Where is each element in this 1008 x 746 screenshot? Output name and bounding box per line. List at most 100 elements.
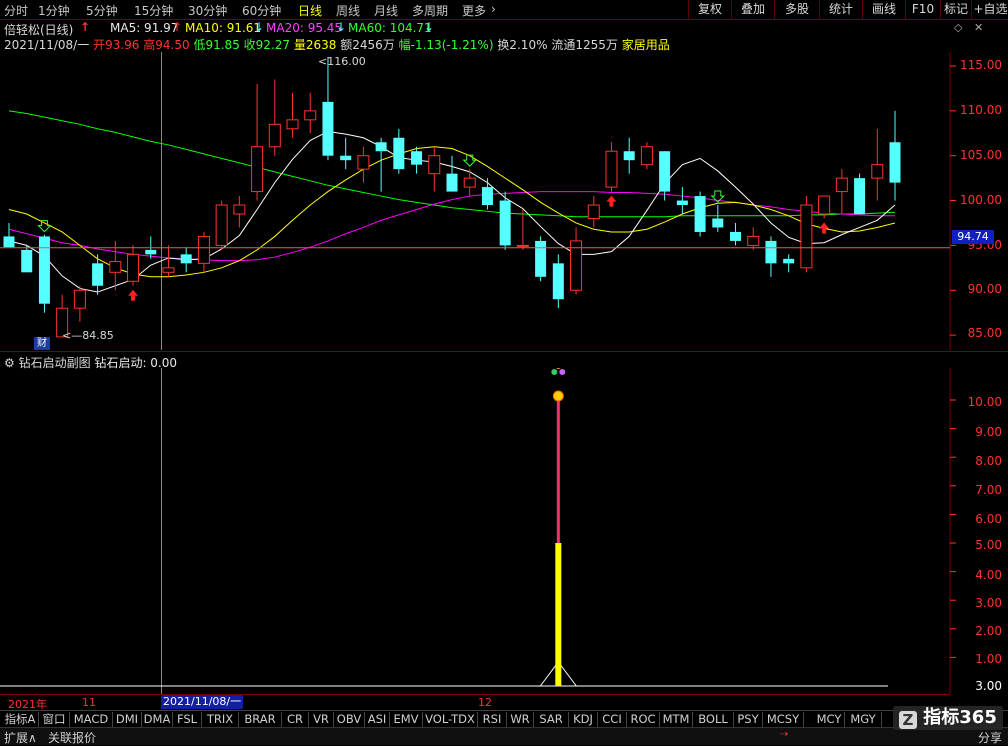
candle[interactable] bbox=[889, 110, 901, 201]
multi-stock-button[interactable]: 多股 bbox=[774, 0, 819, 19]
indicator-tab-mcsy[interactable]: MCSY bbox=[763, 712, 804, 727]
candle[interactable] bbox=[304, 92, 317, 134]
candle[interactable] bbox=[854, 173, 866, 215]
indicator-tab-fsl[interactable]: FSL bbox=[173, 712, 202, 727]
finance-badge[interactable]: 财 bbox=[34, 337, 50, 350]
candle[interactable] bbox=[322, 57, 334, 161]
candle[interactable] bbox=[570, 227, 583, 295]
candle[interactable] bbox=[233, 196, 246, 228]
candle[interactable] bbox=[712, 205, 724, 232]
indicator-tab-obv[interactable]: OBV bbox=[334, 712, 365, 727]
related-quote-button[interactable]: 关联报价 bbox=[48, 729, 96, 746]
diamond-signal-chart[interactable] bbox=[0, 368, 1008, 694]
indicator-tab-指标a[interactable]: 指标A bbox=[2, 712, 39, 727]
candle[interactable] bbox=[535, 236, 547, 282]
period-tab-60min[interactable]: 60分钟 bbox=[242, 2, 281, 19]
candle[interactable] bbox=[463, 169, 476, 197]
indicator-tab-mgy[interactable]: MGY bbox=[845, 712, 882, 727]
candle[interactable] bbox=[587, 196, 600, 228]
indicator-tab-窗口[interactable]: 窗口 bbox=[39, 712, 70, 727]
candlestick-chart[interactable] bbox=[0, 52, 1008, 350]
draw-line-button[interactable]: 画线 bbox=[862, 0, 905, 19]
indicator-tab-roc[interactable]: ROC bbox=[627, 712, 660, 727]
candle[interactable] bbox=[694, 191, 706, 237]
candle[interactable] bbox=[640, 142, 653, 170]
candle[interactable] bbox=[21, 245, 33, 273]
indicator-tab-vol-tdx[interactable]: VOL-TDX bbox=[423, 712, 478, 727]
candle[interactable] bbox=[765, 236, 777, 277]
candle[interactable] bbox=[552, 254, 564, 309]
indicator-tab-dma[interactable]: DMA bbox=[142, 712, 173, 727]
candle[interactable] bbox=[180, 247, 192, 273]
candle[interactable] bbox=[800, 196, 813, 273]
indicator-tab-sar[interactable]: SAR bbox=[534, 712, 569, 727]
indicator-tab-cci[interactable]: CCI bbox=[598, 712, 627, 727]
candle[interactable] bbox=[411, 146, 423, 174]
more-chevron-icon[interactable]: › bbox=[491, 2, 496, 16]
add-favorite-button[interactable]: +自选 bbox=[971, 0, 1008, 19]
indicator-tab-kdj[interactable]: KDJ bbox=[569, 712, 598, 727]
period-tab-weekly[interactable]: 周线 bbox=[336, 2, 360, 19]
period-tab-monthly[interactable]: 月线 bbox=[374, 2, 398, 19]
diamond-icon[interactable]: ◇ bbox=[954, 21, 962, 34]
candle[interactable] bbox=[393, 128, 405, 174]
candle[interactable] bbox=[428, 146, 441, 192]
candle[interactable] bbox=[38, 234, 50, 313]
indicator-tab-mcy[interactable]: MCY bbox=[814, 712, 845, 727]
indicator-tab-cr[interactable]: CR bbox=[282, 712, 309, 727]
f10-button[interactable]: F10 bbox=[905, 0, 940, 19]
candle[interactable] bbox=[835, 169, 848, 215]
period-tab-fenshi[interactable]: 分时 bbox=[4, 2, 28, 19]
statistics-button[interactable]: 统计 bbox=[819, 0, 862, 19]
candle[interactable] bbox=[357, 146, 370, 183]
indicator-tab-boll[interactable]: BOLL bbox=[693, 712, 734, 727]
candle[interactable] bbox=[481, 178, 493, 210]
fuquan-button[interactable]: 复权 bbox=[688, 0, 731, 19]
candle[interactable] bbox=[340, 137, 352, 170]
indicator-tab-mtm[interactable]: MTM bbox=[660, 712, 693, 727]
indicator-tab-psy[interactable]: PSY bbox=[734, 712, 763, 727]
candle[interactable] bbox=[73, 285, 86, 322]
candle[interactable] bbox=[375, 137, 387, 192]
candle[interactable] bbox=[605, 142, 618, 192]
candle[interactable] bbox=[127, 245, 140, 286]
candle[interactable] bbox=[747, 227, 760, 250]
period-tab-1min[interactable]: 1分钟 bbox=[38, 2, 70, 19]
candle[interactable] bbox=[730, 222, 742, 246]
candle[interactable] bbox=[109, 240, 122, 291]
indicator-tab-brar[interactable]: BRAR bbox=[239, 712, 282, 727]
period-tab-daily[interactable]: 日线 bbox=[298, 2, 322, 19]
candle[interactable] bbox=[197, 231, 210, 273]
indicator-tab-emv[interactable]: EMV bbox=[390, 712, 423, 727]
indicator-tab-rsi[interactable]: RSI bbox=[478, 712, 507, 727]
candle[interactable] bbox=[215, 200, 228, 250]
candle[interactable] bbox=[676, 187, 688, 215]
candle[interactable] bbox=[3, 222, 15, 248]
close-icon[interactable]: ✕ bbox=[974, 21, 983, 34]
mark-button[interactable]: 标记 bbox=[940, 0, 971, 19]
period-tab-multi[interactable]: 多周期 bbox=[412, 2, 448, 19]
period-tab-more[interactable]: 更多 bbox=[462, 2, 486, 19]
candle[interactable] bbox=[268, 79, 281, 156]
period-tab-5min[interactable]: 5分钟 bbox=[86, 2, 118, 19]
candle[interactable] bbox=[623, 137, 635, 174]
candle[interactable] bbox=[871, 128, 884, 201]
candle[interactable] bbox=[516, 209, 529, 250]
candle[interactable] bbox=[251, 83, 264, 201]
indicator-tab-vr[interactable]: VR bbox=[309, 712, 334, 727]
candle[interactable] bbox=[446, 155, 458, 192]
candle[interactable] bbox=[162, 245, 175, 277]
period-tab-15min[interactable]: 15分钟 bbox=[134, 2, 173, 19]
overlay-button[interactable]: 叠加 bbox=[731, 0, 774, 19]
candle[interactable] bbox=[659, 151, 671, 201]
share-button[interactable]: 分享 bbox=[978, 729, 1002, 746]
candle[interactable] bbox=[783, 254, 795, 273]
candle[interactable] bbox=[286, 92, 299, 138]
indicator-tab-wr[interactable]: WR bbox=[507, 712, 534, 727]
period-tab-30min[interactable]: 30分钟 bbox=[188, 2, 227, 19]
indicator-tab-dmi[interactable]: DMI bbox=[113, 712, 142, 727]
indicator-tab-macd[interactable]: MACD bbox=[70, 712, 113, 727]
expand-button[interactable]: 扩展∧ bbox=[4, 729, 37, 746]
indicator-tab-trix[interactable]: TRIX bbox=[202, 712, 239, 727]
indicator-tab-asi[interactable]: ASI bbox=[365, 712, 390, 727]
